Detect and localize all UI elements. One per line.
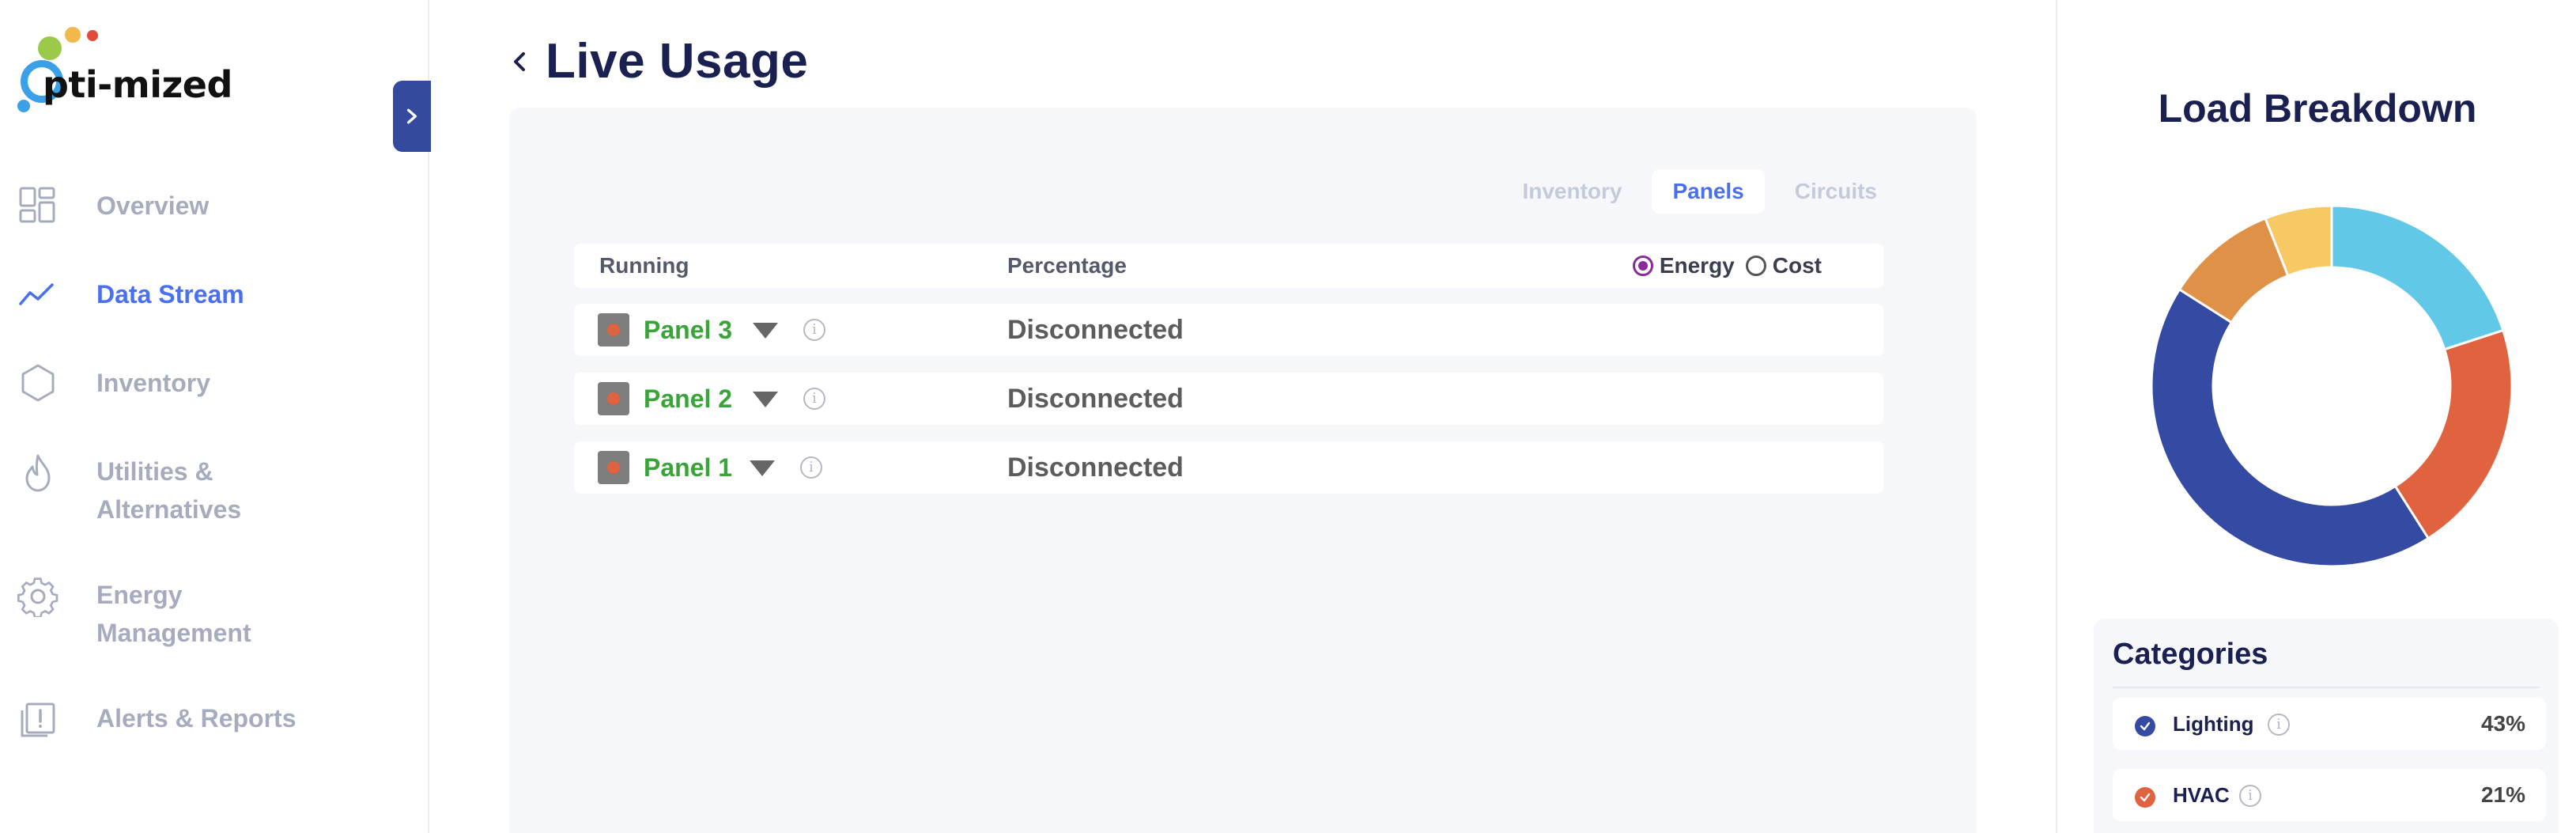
flame-icon <box>25 454 51 492</box>
table-row[interactable]: Panel 3 i Disconnected <box>574 304 1883 356</box>
energy-radio-label: Energy <box>1659 253 1735 278</box>
column-header-percentage: Percentage <box>1007 253 1127 278</box>
panel-name: Panel 3 <box>644 316 733 344</box>
table-row[interactable]: Panel 1 i Disconnected <box>574 441 1883 494</box>
brand-logo[interactable]: pti-mized <box>14 24 236 119</box>
hexagon-icon <box>21 364 55 402</box>
app-root: pti-mized Overview Data Stream Inventory… <box>0 0 2576 833</box>
info-icon[interactable]: i <box>2268 714 2290 736</box>
tab-inventory[interactable]: Inventory <box>1501 169 1642 214</box>
page-title: Live Usage <box>546 34 809 89</box>
column-header-running: Running <box>599 253 689 278</box>
check-icon[interactable] <box>2135 716 2155 736</box>
logo-dot-green <box>38 36 62 60</box>
dropdown-caret-icon[interactable] <box>753 323 778 339</box>
load-breakdown-title: Load Breakdown <box>2158 86 2477 131</box>
logo-dot-red <box>87 30 98 41</box>
load-donut-chart <box>2150 204 2514 568</box>
back-chevron-icon[interactable] <box>506 46 531 78</box>
energy-radio[interactable]: Energy <box>1632 253 1735 278</box>
info-icon[interactable]: i <box>803 319 825 341</box>
table-header: Running Percentage Energy Cost <box>574 244 1883 288</box>
tab-panels[interactable]: Panels <box>1652 169 1765 214</box>
panel-status-chip <box>598 382 629 415</box>
radio-unchecked-icon <box>1745 256 1766 276</box>
tab-circuits[interactable]: Circuits <box>1774 169 1898 214</box>
donut-segment-blue[interactable] <box>2150 287 2431 568</box>
trend-line-icon <box>19 283 54 305</box>
info-icon[interactable]: i <box>800 456 822 479</box>
category-label: HVAC <box>2173 783 2230 807</box>
category-row-lighting[interactable]: Lighting i 43% <box>2113 698 2546 750</box>
panel-name: Panel 1 <box>644 453 733 482</box>
dropdown-caret-icon[interactable] <box>750 460 775 476</box>
panel-status: Disconnected <box>1007 384 1184 414</box>
category-percent: 21% <box>2480 782 2525 807</box>
cost-radio[interactable]: Cost <box>1745 253 1822 278</box>
alert-report-icon <box>21 702 55 737</box>
info-icon[interactable]: i <box>803 388 825 410</box>
check-icon[interactable] <box>2135 787 2155 808</box>
category-label: Lighting <box>2173 712 2254 736</box>
logo-ring-dot <box>17 100 30 112</box>
donut-segment-orange-red[interactable] <box>2393 328 2514 540</box>
logo-dot-yellow <box>65 27 81 43</box>
panel-status-chip <box>598 313 629 346</box>
info-icon[interactable]: i <box>2239 785 2261 807</box>
sidebar-toggle-button[interactable] <box>393 81 431 152</box>
sidebar-item-label-line2: Management <box>96 619 251 647</box>
chevron-right-icon <box>406 108 417 124</box>
grid-icon <box>19 187 55 223</box>
mode-radio-group: Energy Cost <box>1632 244 1822 288</box>
category-row-hvac[interactable]: HVAC i 21% <box>2113 769 2546 821</box>
categories-title: Categories <box>2113 638 2268 671</box>
sidebar: pti-mized Overview Data Stream Inventory… <box>0 0 431 833</box>
page-header: Live Usage <box>506 33 808 89</box>
sidebar-item-label: Energy <box>96 581 183 609</box>
panel-status: Disconnected <box>1007 452 1184 483</box>
panel-status: Disconnected <box>1007 315 1184 345</box>
dropdown-caret-icon[interactable] <box>753 392 778 407</box>
panel-name: Panel 2 <box>644 384 733 413</box>
brand-name: pti-mized <box>43 63 232 106</box>
gear-icon <box>17 577 59 617</box>
sidebar-item-label: Utilities & <box>96 457 213 486</box>
divider <box>2113 687 2540 688</box>
cost-radio-label: Cost <box>1772 253 1822 278</box>
view-tabs: Inventory Panels Circuits <box>1501 169 1898 214</box>
sidebar-item-label: Overview <box>96 191 210 220</box>
sidebar-item-label-line2: Alternatives <box>96 495 242 524</box>
categories-card: Categories Lighting i 43% HVAC i 21% <box>2094 619 2559 833</box>
sidebar-item-label: Data Stream <box>96 280 244 309</box>
table-row[interactable]: Panel 2 i Disconnected <box>574 373 1883 425</box>
donut-segment-skyblue[interactable] <box>2330 204 2505 351</box>
radio-checked-icon <box>1632 256 1653 276</box>
sidebar-item-label: Alerts & Reports <box>96 704 297 733</box>
panel-status-chip <box>598 451 629 484</box>
live-usage-card: Inventory Panels Circuits Running Percen… <box>509 108 1977 833</box>
category-percent: 43% <box>2480 711 2525 736</box>
sidebar-item-label: Inventory <box>96 369 211 397</box>
load-breakdown-panel: Load Breakdown Categories Lighting i 43%… <box>2056 0 2576 833</box>
